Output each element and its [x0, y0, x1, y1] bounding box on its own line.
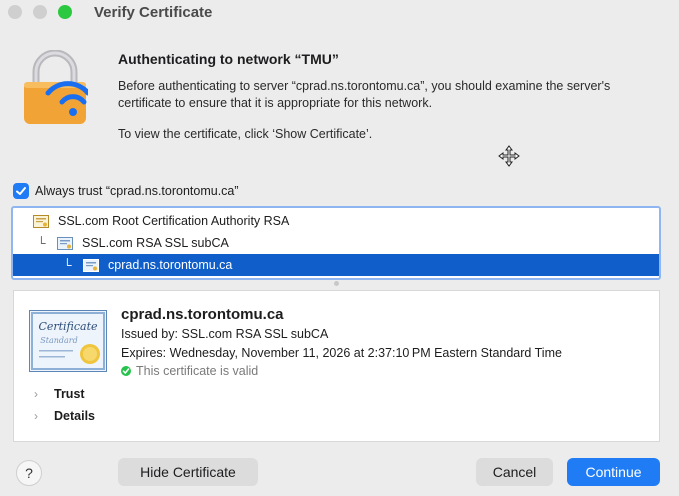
certificate-icon	[33, 214, 49, 228]
trust-section-toggle[interactable]: › Trust	[34, 387, 85, 401]
certificate-common-name: cprad.ns.torontomu.ca	[121, 306, 284, 323]
verify-certificate-window: Verify Certificate Authenticating to net…	[0, 0, 679, 496]
auth-heading: Authenticating to network “TMU”	[118, 51, 339, 67]
certificate-detail-panel: Certificate Standard cprad.ns.torontomu.…	[13, 290, 660, 442]
certificate-icon	[83, 258, 99, 272]
hide-certificate-button[interactable]: Hide Certificate	[118, 458, 258, 486]
chain-item-label: cprad.ns.torontomu.ca	[108, 258, 233, 272]
title-bar: Verify Certificate	[0, 0, 679, 30]
move-cursor-icon	[498, 145, 520, 167]
badge-subtitle: Standard	[40, 336, 77, 345]
always-trust-checkbox-row[interactable]: Always trust “cprad.ns.torontomu.ca”	[13, 182, 239, 200]
disclosure-chevron-icon: ›	[34, 409, 38, 423]
chain-item-intermediate[interactable]: └ SSL.com RSA SSL subCA	[13, 232, 659, 254]
certificate-badge-icon: Certificate Standard	[29, 310, 107, 372]
close-window-button[interactable]	[8, 5, 22, 19]
certificate-status: This certificate is valid	[121, 364, 258, 378]
always-trust-checkbox[interactable]	[13, 183, 29, 199]
window-title: Verify Certificate	[94, 4, 213, 21]
chain-item-leaf-selected[interactable]: └ cprad.ns.torontomu.ca	[13, 254, 659, 276]
valid-check-icon	[121, 366, 131, 376]
chain-item-root[interactable]: SSL.com Root Certification Authority RSA	[13, 210, 659, 232]
minimize-window-button[interactable]	[33, 5, 47, 19]
certificate-issued-by: Issued by: SSL.com RSA SSL subCA	[121, 327, 329, 341]
tree-elbow-icon: └	[37, 236, 46, 250]
certificate-chain-tree[interactable]: SSL.com Root Certification Authority RSA…	[11, 206, 661, 280]
split-view-handle[interactable]	[334, 281, 339, 286]
checkmark-icon	[16, 187, 26, 195]
details-section-toggle[interactable]: › Details	[34, 409, 95, 423]
auth-message: Before authenticating to server “cprad.n…	[118, 79, 611, 110]
trust-section-label: Trust	[54, 387, 85, 401]
zoom-window-button[interactable]	[58, 5, 72, 19]
continue-button[interactable]: Continue	[567, 458, 660, 486]
view-certificate-hint: To view the certificate, click ‘Show Cer…	[118, 127, 373, 141]
always-trust-label: Always trust “cprad.ns.torontomu.ca”	[35, 184, 239, 198]
help-button[interactable]: ?	[16, 460, 42, 486]
certificate-expires: Expires: Wednesday, November 11, 2026 at…	[121, 346, 562, 360]
details-section-label: Details	[54, 409, 95, 423]
badge-title: Certificate	[38, 320, 98, 333]
cancel-button[interactable]: Cancel	[476, 458, 553, 486]
certificate-icon	[57, 236, 73, 250]
chain-item-label: SSL.com Root Certification Authority RSA	[58, 214, 290, 228]
disclosure-chevron-icon: ›	[34, 387, 38, 401]
tree-elbow-icon: └	[63, 258, 72, 272]
chain-item-label: SSL.com RSA SSL subCA	[82, 236, 229, 250]
lock-wifi-icon	[24, 50, 88, 124]
certificate-status-text: This certificate is valid	[136, 364, 259, 378]
